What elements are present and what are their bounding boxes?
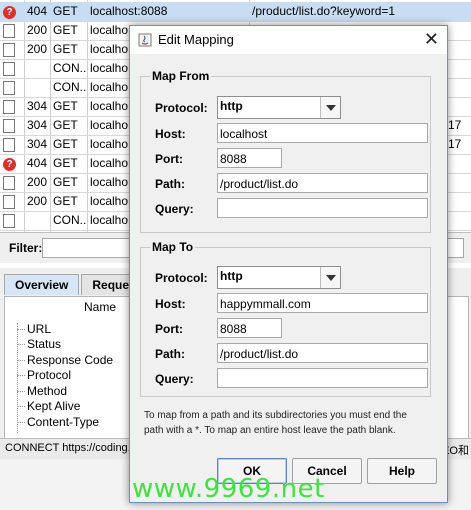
from-port-field[interactable]: 8088 <box>217 148 282 168</box>
status-code-cell: 304 <box>27 118 48 132</box>
status-code-cell <box>27 211 49 230</box>
from-query-label: Query: <box>155 202 194 216</box>
status-code-cell: 304 <box>27 99 48 113</box>
document-icon <box>3 21 21 40</box>
error-icon: ? <box>3 2 21 21</box>
extra-cell: 17 <box>448 137 462 151</box>
method-cell: GET <box>53 118 78 132</box>
status-text: CONNECT https://coding.im <box>5 442 143 454</box>
to-path-field[interactable]: /product/list.do <box>217 343 428 363</box>
map-from-title: Map From <box>150 69 212 83</box>
map-to-title: Map To <box>150 240 196 254</box>
tree-item-kept-alive[interactable]: Kept Alive <box>16 399 80 413</box>
method-cell: CON... <box>53 213 87 227</box>
status-code-cell: 200 <box>27 23 48 37</box>
status-code-cell: 404 <box>27 156 48 170</box>
method-cell: CON... <box>53 61 87 75</box>
document-icon <box>3 192 21 211</box>
to-query-label: Query: <box>155 372 194 386</box>
hint-line-2: path with a *. To map an entire host lea… <box>144 425 396 436</box>
to-query-field[interactable] <box>217 368 428 388</box>
from-protocol-label: Protocol: <box>155 101 208 115</box>
status-code-cell <box>27 59 49 78</box>
status-code-cell: 200 <box>27 42 48 56</box>
to-path-label: Path: <box>155 347 185 361</box>
tree-item-status[interactable]: Status <box>16 337 61 351</box>
method-cell: GET <box>53 99 78 113</box>
method-cell: CON... <box>53 80 87 94</box>
close-icon[interactable]: ✕ <box>424 29 439 49</box>
document-stack-icon <box>3 97 21 116</box>
to-port-field[interactable]: 8088 <box>217 318 282 338</box>
map-to-group: Map To Protocol: http Host: happymmall.c… <box>140 240 431 397</box>
from-port-label: Port: <box>155 152 183 166</box>
document-stack-icon <box>3 116 21 135</box>
from-host-field[interactable]: localhost <box>217 123 428 143</box>
tree-item-url[interactable]: URL <box>16 322 51 336</box>
status-code-cell: 404 <box>27 4 48 18</box>
tree-item-method[interactable]: Method <box>16 384 67 398</box>
from-host-label: Host: <box>155 127 186 141</box>
document-icon <box>3 59 21 78</box>
method-cell: GET <box>53 137 78 151</box>
to-protocol-value: http <box>220 269 243 283</box>
method-cell: GET <box>53 175 78 189</box>
to-protocol-select[interactable]: http <box>217 266 341 289</box>
table-row[interactable]: ? 404 GET localhost:8088/product/list.do?ke… <box>0 2 471 22</box>
dialog-titlebar[interactable]: Edit Mapping ✕ <box>130 26 447 54</box>
document-icon <box>3 78 21 97</box>
method-cell: GET <box>53 42 78 56</box>
method-cell: GET <box>53 23 78 37</box>
document-icon <box>3 173 21 192</box>
document-icon <box>3 40 21 59</box>
method-cell: GET <box>53 4 78 18</box>
edit-mapping-dialog: Edit Mapping ✕ Map From Protocol: http H… <box>129 25 448 503</box>
error-icon: ? <box>3 154 21 173</box>
method-cell: GET <box>53 156 78 170</box>
to-host-label: Host: <box>155 297 186 311</box>
status-code-cell: 200 <box>27 175 48 189</box>
tree-item-protocol[interactable]: Protocol <box>16 368 71 382</box>
status-code-cell: 200 <box>27 194 48 208</box>
to-port-label: Port: <box>155 322 183 336</box>
to-protocol-label: Protocol: <box>155 271 208 285</box>
map-from-group: Map From Protocol: http Host: localhost … <box>140 69 431 233</box>
java-app-icon <box>138 33 152 47</box>
dialog-title: Edit Mapping <box>158 32 234 47</box>
filter-label: Filter: <box>9 241 43 255</box>
from-query-field[interactable] <box>217 198 428 218</box>
tree-guide <box>17 323 19 433</box>
from-path-field[interactable]: /product/list.do <box>217 173 428 193</box>
tab-overview[interactable]: Overview <box>4 274 80 295</box>
from-protocol-value: http <box>220 99 243 113</box>
document-stack-icon <box>3 135 21 154</box>
host-cell: localhost:8088 <box>90 4 168 18</box>
from-path-label: Path: <box>155 177 185 191</box>
status-code-cell <box>27 78 49 97</box>
hint-line-1: To map from a path and its subdirectorie… <box>144 410 407 421</box>
path-cell: /product/list.do?keyword=1 <box>252 4 396 18</box>
tree-item-content-type[interactable]: Content-Type <box>16 415 99 429</box>
extra-cell: 17 <box>448 118 462 132</box>
tree-item-response-code[interactable]: Response Code <box>16 353 113 367</box>
watermark: www.9969.net <box>132 474 325 504</box>
status-code-cell: 304 <box>27 137 48 151</box>
chevron-down-icon[interactable] <box>320 267 340 288</box>
chevron-down-icon[interactable] <box>320 97 340 118</box>
method-cell: GET <box>53 194 78 208</box>
to-host-field[interactable]: happymmall.com <box>217 293 428 313</box>
help-button[interactable]: Help <box>367 458 437 484</box>
document-icon <box>3 211 21 230</box>
from-protocol-select[interactable]: http <box>217 96 341 119</box>
